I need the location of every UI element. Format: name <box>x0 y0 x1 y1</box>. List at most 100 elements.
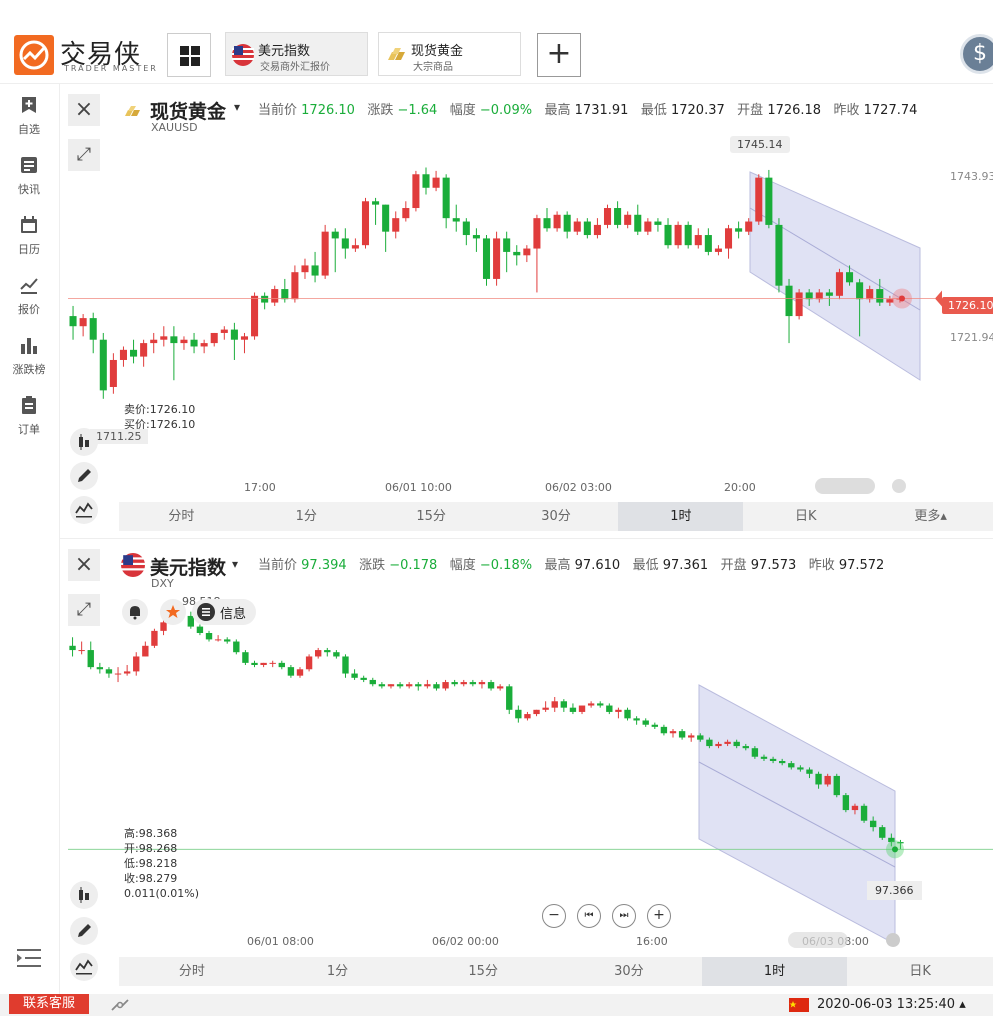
candle-body <box>415 684 422 687</box>
gold-period-tab[interactable]: 30分 <box>494 502 619 531</box>
customer-service-button[interactable]: 联系客服 <box>9 994 89 1014</box>
candle-body <box>778 761 786 764</box>
dxy-scroll-indicator[interactable] <box>788 932 848 948</box>
dxy-period-tab[interactable]: 30分 <box>556 957 702 986</box>
candle-body <box>482 238 491 279</box>
candle-body <box>842 795 850 811</box>
collapse-menu-icon[interactable] <box>17 946 41 974</box>
clock: 2020-06-03 13:25:40 ▴ <box>817 997 966 1012</box>
candle-type-button[interactable] <box>70 881 98 909</box>
candle-body <box>634 214 642 232</box>
candle-body <box>815 773 822 785</box>
dxy-period-tab-active[interactable]: 1时 <box>701 957 848 986</box>
candle-body <box>513 251 521 256</box>
tab-dxy[interactable]: 美元指数 交易商外汇报价 <box>225 32 368 76</box>
gold-x-label: 20:00 <box>724 481 756 494</box>
gold-low-label: 1711.25 <box>90 429 148 444</box>
layout-grid-button[interactable] <box>167 33 211 77</box>
tab-gold[interactable]: 现货黄金 大宗商品 <box>378 32 521 76</box>
candle-body <box>524 714 531 719</box>
sidebar-item-quotes[interactable]: 报价 <box>0 276 58 317</box>
dxy-period-tab[interactable]: 分时 <box>119 957 265 986</box>
connection-icon[interactable] <box>110 996 130 1018</box>
candle-type-button[interactable] <box>70 428 98 456</box>
sidebar-item-orders[interactable]: 订单 <box>0 396 58 437</box>
candle-body <box>321 231 329 276</box>
candle-body <box>78 650 85 652</box>
zoom-in-icon[interactable]: + <box>647 904 671 928</box>
candle-body <box>733 741 740 747</box>
gold-y-label: 1743.93 <box>950 170 993 183</box>
candle-body <box>869 820 877 828</box>
candle-body <box>331 231 339 239</box>
candle-body <box>79 318 87 327</box>
gold-candlestick-chart[interactable] <box>60 84 993 535</box>
bell-icon[interactable] <box>122 599 148 625</box>
dxy-period-tab[interactable]: 1分 <box>265 957 411 986</box>
candle-body <box>503 238 511 252</box>
candle-body <box>140 343 148 357</box>
gold-scroll-end-dot[interactable] <box>892 479 906 493</box>
candle-body <box>311 265 319 276</box>
candle-body <box>271 289 279 303</box>
pencil-icon <box>78 469 91 482</box>
skip-back-icon[interactable]: ⏮ <box>577 904 601 928</box>
dxy-period-tab[interactable]: 日K <box>847 957 993 986</box>
gold-chart-panel: × ⤢ 现货黄金 ▾ XAUUSD 当前价 1726.10 涨跌 −1.64 幅… <box>60 84 993 535</box>
candlestick-icon <box>79 434 89 450</box>
candle-body <box>119 349 127 360</box>
indicator-icon <box>75 502 93 518</box>
gold-x-label: 06/01 10:00 <box>385 481 452 494</box>
current-price-dot <box>899 295 905 302</box>
candle-body <box>472 235 480 239</box>
info-list-icon <box>197 603 215 621</box>
candle-body <box>402 208 410 219</box>
sidebar-item-ranking[interactable]: 涨跌榜 <box>0 336 58 377</box>
sidebar-item-calendar[interactable]: 日历 <box>0 216 58 257</box>
candle-body <box>351 245 359 249</box>
pencil-icon <box>78 924 91 937</box>
gold-y-label: 1721.94 <box>950 331 993 344</box>
account-dollar-icon[interactable]: $ <box>960 34 993 74</box>
candle-body <box>624 709 631 719</box>
sidebar-item-watchlist[interactable]: 自选 <box>0 96 58 137</box>
china-flag-icon <box>789 998 809 1012</box>
candle-body <box>378 684 386 687</box>
candle-body <box>745 221 753 232</box>
candle-body <box>660 726 668 734</box>
gold-current-price-tag: 1726.10 <box>942 297 993 314</box>
sidebar-item-label: 日历 <box>18 243 40 256</box>
candle-body <box>533 218 541 249</box>
indicator-button[interactable] <box>70 953 98 981</box>
indicator-button[interactable] <box>70 496 98 524</box>
sidebar-item-news[interactable]: 快讯 <box>0 156 58 197</box>
draw-tool-button[interactable] <box>70 917 98 945</box>
info-button[interactable]: 信息 <box>192 599 257 625</box>
candle-body <box>261 295 269 303</box>
gold-period-tab[interactable]: 日K <box>743 502 868 531</box>
draw-tool-button[interactable] <box>70 462 98 490</box>
gold-period-tab[interactable]: 分时 <box>119 502 244 531</box>
sidebar-item-label: 报价 <box>18 303 40 316</box>
candle-body <box>742 746 749 749</box>
candle-body <box>190 339 198 347</box>
add-tab-button[interactable]: + <box>537 33 581 77</box>
dxy-period-tab[interactable]: 15分 <box>410 957 556 986</box>
candle-body <box>333 652 340 657</box>
candle-body <box>351 673 358 678</box>
candle-body <box>846 272 854 283</box>
candle-body <box>493 238 501 279</box>
candle-body <box>603 208 612 225</box>
candle-body <box>305 656 313 670</box>
gold-period-tab[interactable]: 1分 <box>244 502 369 531</box>
gold-scroll-indicator[interactable] <box>815 478 875 494</box>
gold-period-tab[interactable]: 15分 <box>369 502 494 531</box>
gold-more-tab[interactable]: 更多▴ <box>868 502 993 531</box>
zoom-out-icon[interactable]: − <box>542 904 566 928</box>
candle-body <box>315 650 322 657</box>
candle-body <box>150 339 158 344</box>
candle-body <box>324 650 331 653</box>
dxy-scroll-end-dot[interactable] <box>886 933 900 947</box>
skip-forward-icon[interactable]: ⏭ <box>612 904 636 928</box>
gold-period-tab-active[interactable]: 1时 <box>618 502 744 531</box>
